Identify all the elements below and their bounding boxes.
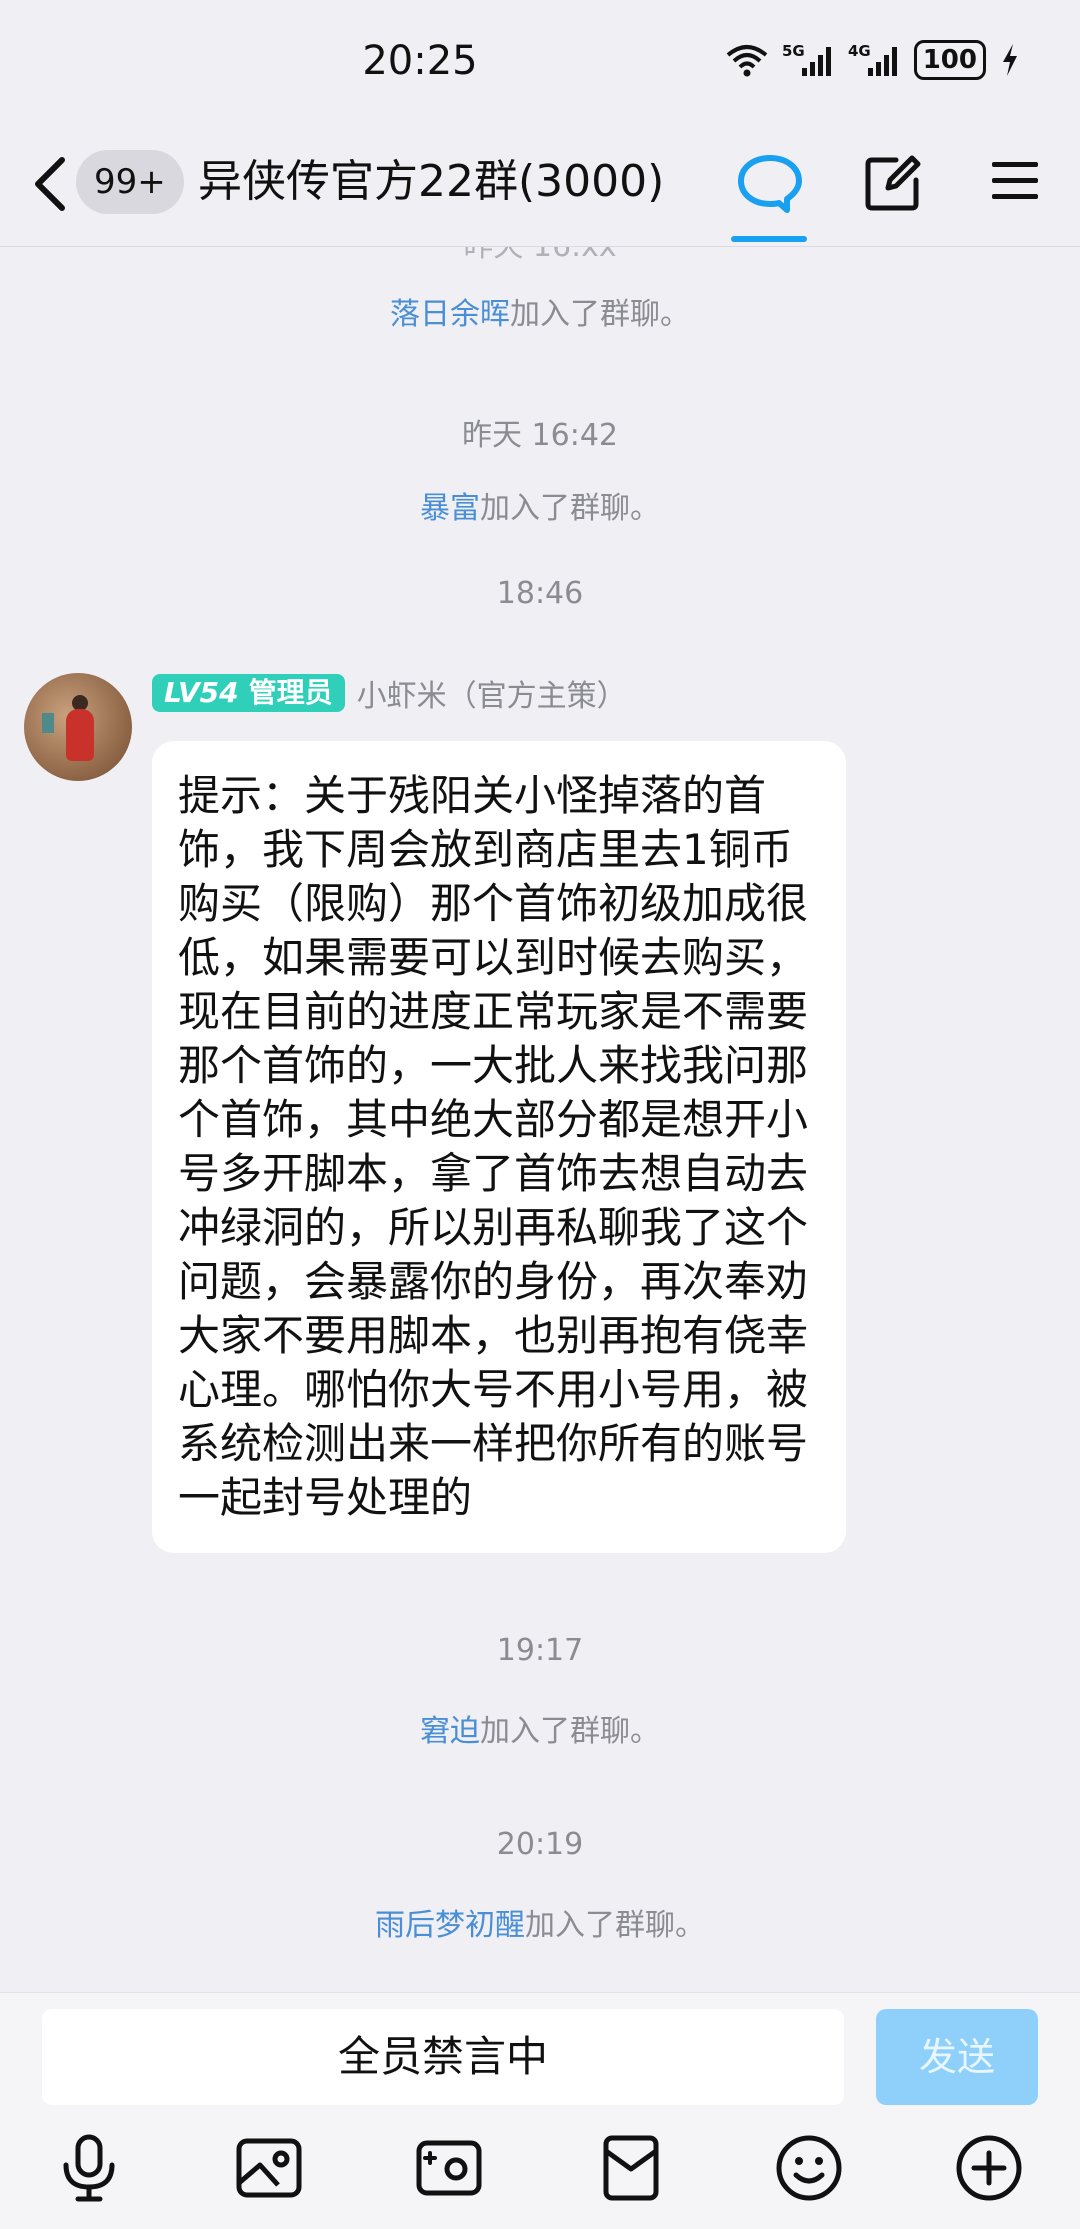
camera-icon[interactable] bbox=[414, 2133, 484, 2203]
join-text: 加入了群聊。 bbox=[510, 297, 690, 332]
input-bar: 全员禁言中 发送 bbox=[0, 1992, 1080, 2229]
send-button[interactable]: 发送 bbox=[876, 2009, 1038, 2105]
sender-name[interactable]: 小虾米（官方主策） bbox=[357, 671, 627, 715]
message-line: 购买（限购）那个首饰初级加成很 bbox=[178, 879, 809, 928]
chat-bubble-icon[interactable] bbox=[735, 150, 805, 220]
group-title[interactable]: 异侠传官方22群(3000) bbox=[198, 152, 664, 212]
sender-avatar[interactable] bbox=[24, 673, 132, 781]
battery-indicator: 100 bbox=[913, 40, 986, 80]
menu-icon[interactable] bbox=[990, 156, 1040, 206]
charging-icon bbox=[1003, 44, 1017, 76]
net1-label: 5G bbox=[782, 42, 805, 60]
sender-info: LV54 管理员 小虾米（官方主策） bbox=[152, 671, 627, 715]
message-line: 心理。哪怕你大号不用小号用，被 bbox=[178, 1365, 809, 1414]
level-label: LV54 bbox=[164, 676, 239, 709]
message-line: 现在目前的进度正常玩家是不需要 bbox=[178, 987, 809, 1036]
microphone-icon[interactable] bbox=[54, 2133, 124, 2203]
message-bubble[interactable]: 提示：关于残阳关小怪掉落的首 饰，我下周会放到商店里去1铜币 购买（限购）那个首… bbox=[152, 741, 846, 1553]
tab-indicator bbox=[731, 236, 807, 242]
member-name-link[interactable]: 雨后梦初醒 bbox=[375, 1908, 525, 1943]
message-line: 系统检测出来一样把你所有的账号 bbox=[178, 1419, 809, 1468]
plus-icon[interactable] bbox=[954, 2133, 1024, 2203]
edit-icon[interactable] bbox=[862, 152, 924, 214]
net2-label: 4G bbox=[848, 42, 871, 60]
message-line: 号多开脚本，拿了首饰去想自动去 bbox=[178, 1149, 809, 1198]
chat-header: 99+ 异侠传官方22群(3000) bbox=[0, 130, 1080, 247]
status-bar: 20:25 5G 4G 100 bbox=[0, 0, 1080, 130]
message-line: 提示：关于残阳关小怪掉落的首 bbox=[178, 771, 767, 820]
message-line: 个首饰，其中绝大部分都是想开小 bbox=[178, 1095, 809, 1144]
admin-level-badge: LV54 管理员 bbox=[152, 674, 345, 712]
join-text: 加入了群聊。 bbox=[525, 1908, 705, 1943]
system-join-message: 落日余晖加入了群聊。 bbox=[0, 289, 1080, 333]
timestamp: 20:19 bbox=[496, 1827, 584, 1862]
system-join-message: 窘迫加入了群聊。 bbox=[0, 1706, 1080, 1750]
join-text: 加入了群聊。 bbox=[480, 491, 660, 526]
message-line: 大家不要用脚本，也别再抱有侥幸 bbox=[178, 1311, 809, 1360]
message-line: 饰，我下周会放到商店里去1铜币 bbox=[178, 825, 793, 874]
message-line: 那个首饰的，一大批人来找我问那 bbox=[178, 1041, 809, 1090]
red-packet-icon[interactable] bbox=[596, 2133, 666, 2203]
timestamp: 19:17 bbox=[496, 1633, 584, 1668]
message-line: 低，如果需要可以到时候去购买， bbox=[178, 933, 809, 982]
back-arrow-icon[interactable] bbox=[30, 154, 70, 214]
member-name-link[interactable]: 落日余晖 bbox=[390, 297, 510, 332]
signal-4g-icon: 4G bbox=[848, 42, 897, 76]
message-feed[interactable]: 昨天 16:xx 落日余晖加入了群聊。 昨天 16:42 暴富加入了群聊。 18… bbox=[0, 247, 1080, 1992]
timestamp: 昨天 16:42 bbox=[462, 418, 618, 453]
status-icons: 5G 4G 100 bbox=[726, 40, 1020, 80]
status-time: 20:25 bbox=[362, 38, 478, 84]
message-line: 一起封号处理的 bbox=[178, 1473, 473, 1522]
join-text: 加入了群聊。 bbox=[480, 1714, 660, 1749]
unread-count-badge[interactable]: 99+ bbox=[76, 150, 184, 214]
message-line: 问题，会暴露你的身份，再次奉劝 bbox=[178, 1257, 809, 1306]
emoji-icon[interactable] bbox=[774, 2133, 844, 2203]
member-name-link[interactable]: 窘迫 bbox=[420, 1714, 480, 1749]
timestamp: 18:46 bbox=[496, 576, 584, 611]
image-icon[interactable] bbox=[234, 2133, 304, 2203]
member-name-link[interactable]: 暴富 bbox=[420, 491, 480, 526]
wifi-icon bbox=[726, 45, 768, 77]
system-join-message: 雨后梦初醒加入了群聊。 bbox=[0, 1900, 1080, 1944]
signal-5g-icon: 5G bbox=[782, 42, 831, 76]
role-label: 管理员 bbox=[248, 676, 333, 709]
system-join-message: 暴富加入了群聊。 bbox=[0, 483, 1080, 527]
message-line: 冲绿洞的，所以别再私聊我了这个 bbox=[178, 1203, 809, 1252]
clipped-timestamp: 昨天 16:xx bbox=[0, 247, 1080, 265]
message-input[interactable]: 全员禁言中 bbox=[42, 2009, 844, 2105]
input-toolbar bbox=[0, 2133, 1080, 2213]
